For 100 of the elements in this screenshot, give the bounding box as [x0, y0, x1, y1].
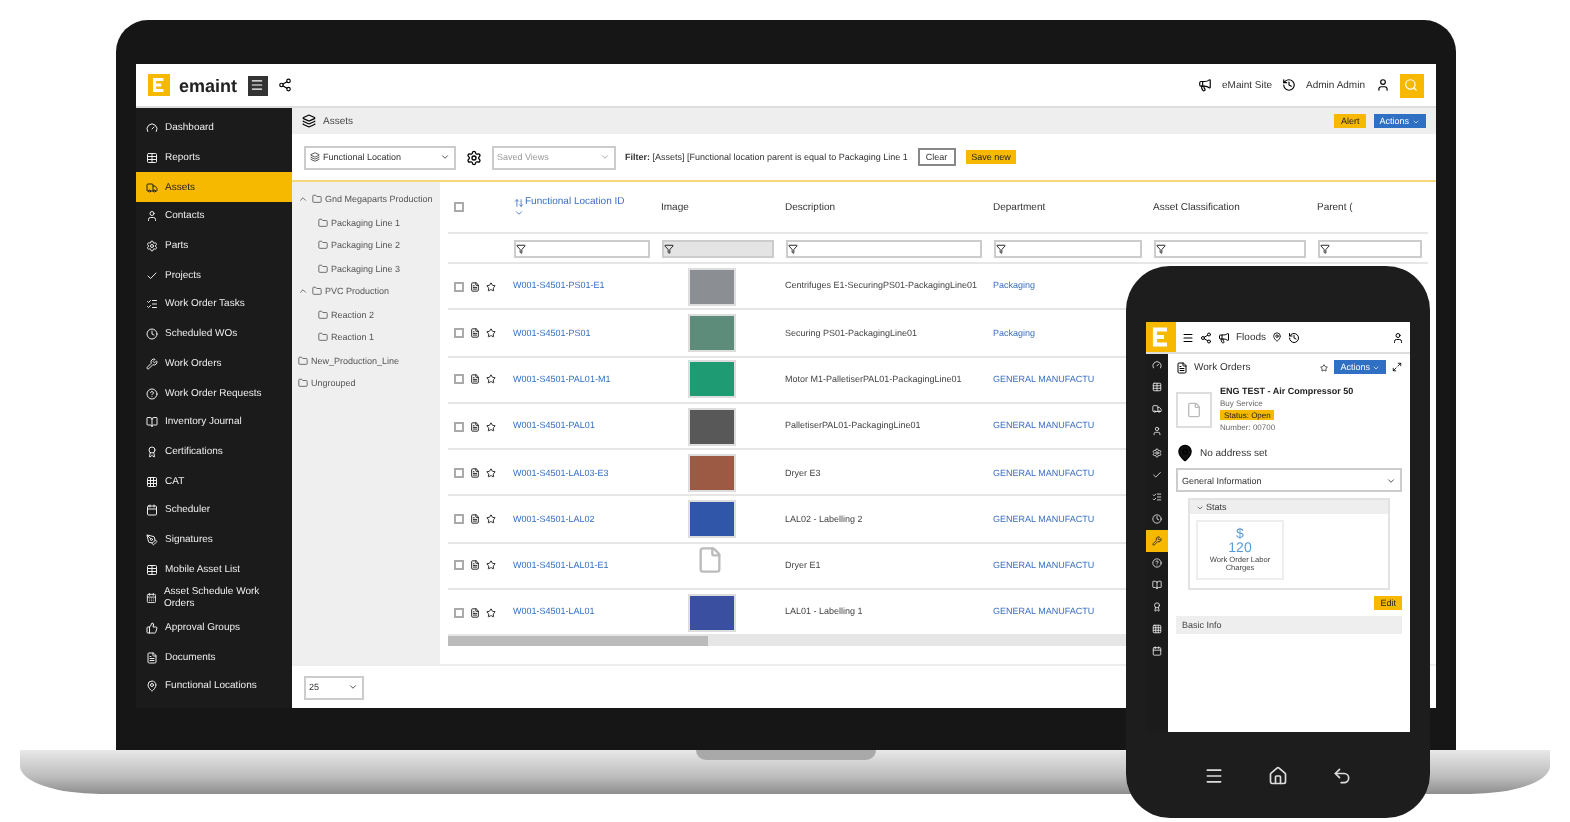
user-icon	[1152, 426, 1162, 436]
calendar-icon	[145, 504, 157, 517]
row-checkbox[interactable]	[453, 607, 463, 618]
column-filter-field[interactable]	[993, 239, 1141, 257]
pin-icon	[1272, 332, 1283, 342]
clock-icon	[145, 328, 157, 341]
megaphone-icon	[1218, 331, 1230, 343]
folder-icon	[297, 378, 307, 389]
column-filter-field[interactable]	[661, 239, 773, 257]
menu-icon	[1182, 331, 1194, 343]
row-checkbox[interactable]	[453, 467, 463, 478]
home-icon	[1268, 765, 1288, 785]
star-icon	[485, 374, 495, 385]
calendar-icon	[1152, 646, 1162, 656]
checklist-icon	[1152, 492, 1162, 502]
filter-icon	[663, 243, 673, 253]
row-checkbox[interactable]	[453, 560, 463, 571]
row-checkbox[interactable]	[453, 514, 463, 525]
gauge-icon	[1152, 360, 1162, 370]
award-icon	[1152, 602, 1162, 612]
expanded-caret-icon	[297, 194, 307, 205]
table-icon	[145, 152, 157, 165]
folder-icon	[317, 217, 327, 228]
map-pin-icon	[1176, 444, 1194, 462]
column-filter-field[interactable]	[513, 239, 649, 257]
map-pin-icon	[145, 680, 157, 693]
pen-icon	[145, 533, 157, 546]
user-icon	[1392, 331, 1404, 343]
chevron-down-icon	[347, 682, 357, 692]
award-icon	[145, 445, 157, 458]
star-icon	[485, 467, 495, 478]
select-all-checkbox[interactable]	[453, 202, 463, 212]
settings-icon	[465, 149, 481, 165]
star-icon	[485, 607, 495, 618]
record-icon	[469, 607, 479, 618]
filter-icon	[515, 243, 525, 253]
share-icon	[277, 78, 292, 92]
settings-icon	[1152, 448, 1162, 458]
wrench-icon	[145, 357, 157, 370]
folder-icon	[317, 240, 327, 251]
logo-icon	[147, 74, 169, 96]
expanded-caret-icon	[297, 286, 307, 297]
history-icon	[1282, 78, 1297, 92]
gauge-icon	[145, 122, 157, 135]
folder-icon	[311, 286, 321, 297]
folder-icon	[317, 332, 327, 343]
file-icon	[1186, 401, 1202, 417]
chevron-down-icon	[513, 208, 523, 218]
star-icon	[485, 514, 495, 525]
row-checkbox[interactable]	[453, 327, 463, 338]
star-icon	[1320, 363, 1329, 371]
star-icon	[485, 327, 495, 338]
user-icon	[1375, 78, 1389, 92]
column-filter-field[interactable]	[785, 239, 981, 257]
grid-icon	[1152, 624, 1162, 634]
chevron-down-icon	[599, 152, 609, 162]
filter-icon	[787, 243, 797, 253]
row-checkbox[interactable]	[453, 281, 463, 292]
photo-placeholder	[687, 500, 735, 539]
folder-icon	[317, 309, 327, 320]
filter-icon	[995, 243, 1005, 253]
chevron-down-icon	[1386, 475, 1396, 485]
help-icon	[1152, 558, 1162, 568]
star-icon	[485, 421, 495, 432]
user-icon	[145, 210, 157, 223]
search-icon	[1404, 78, 1418, 92]
calendar-icon	[145, 592, 156, 605]
menu-button[interactable]	[247, 75, 268, 95]
share-icon	[1200, 331, 1212, 343]
blank-image-icon	[695, 546, 723, 575]
table-icon	[145, 563, 157, 576]
folder-icon	[317, 263, 327, 274]
back-icon	[1332, 765, 1352, 785]
record-icon	[469, 467, 479, 478]
filter-icon	[1155, 243, 1165, 253]
truck-icon	[145, 181, 157, 194]
row-checkbox[interactable]	[453, 421, 463, 432]
expand-icon	[1392, 362, 1402, 372]
settings-icon	[145, 240, 157, 253]
history-icon	[1288, 331, 1301, 343]
grid-icon	[145, 475, 157, 488]
folder-icon	[297, 355, 307, 366]
table-icon	[1152, 382, 1162, 392]
sort-icon	[513, 197, 523, 207]
record-icon	[469, 514, 479, 525]
megaphone-icon	[1198, 78, 1213, 92]
column-filter-field[interactable]	[1153, 239, 1305, 257]
search-button[interactable]	[1399, 73, 1423, 97]
record-icon	[469, 560, 479, 571]
document-icon	[145, 651, 157, 664]
check-icon	[1152, 470, 1162, 480]
folder-icon	[311, 194, 321, 205]
side-menu-icon[interactable]	[1146, 508, 1168, 530]
column-filter-field[interactable]	[1317, 239, 1421, 257]
row-checkbox[interactable]	[453, 374, 463, 385]
clock-icon	[1152, 514, 1162, 524]
side-menu-icon[interactable]	[1146, 552, 1168, 574]
star-icon	[485, 560, 495, 571]
photo-placeholder	[687, 313, 735, 352]
menu-icon	[250, 78, 265, 92]
